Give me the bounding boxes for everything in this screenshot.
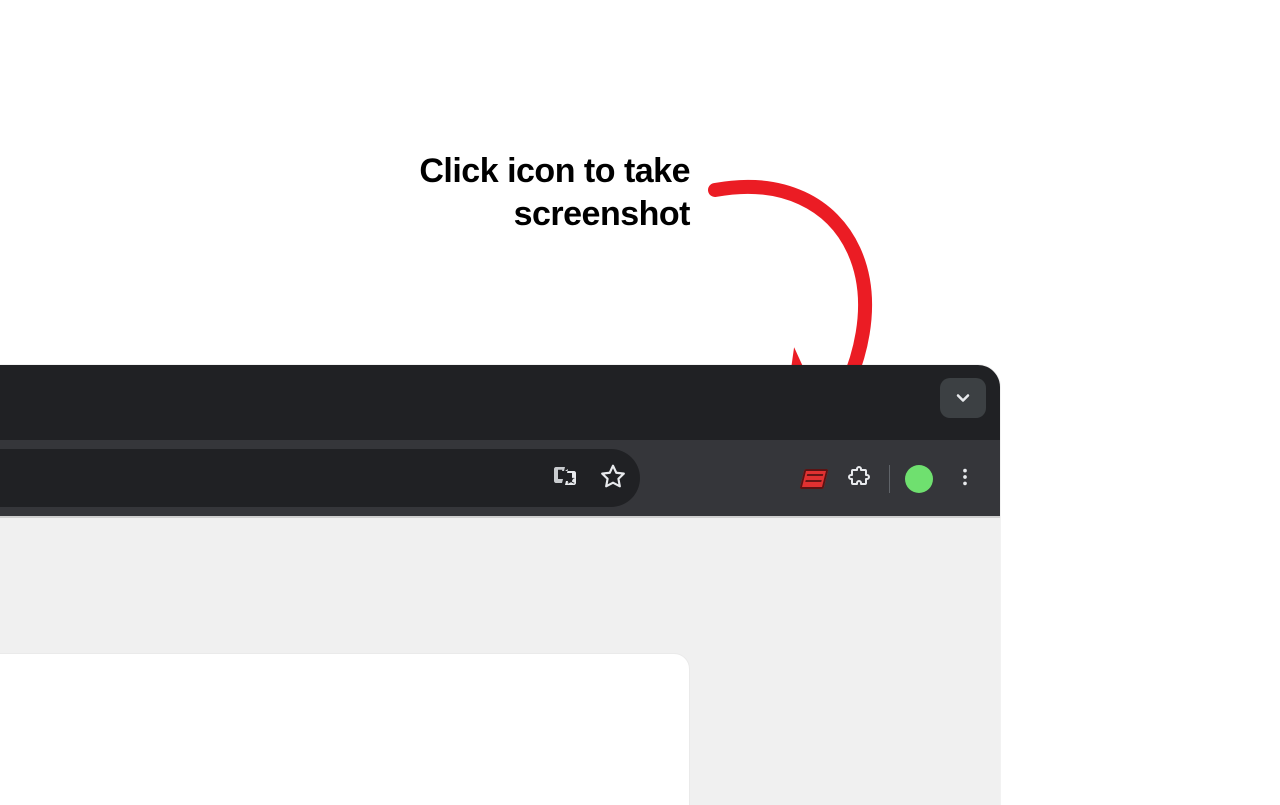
bookmark-button[interactable] <box>590 455 636 501</box>
browser-menu-button[interactable] <box>942 456 988 502</box>
browser-toolbar: G 文 <box>0 440 1000 518</box>
page-content: n <box>0 518 1000 805</box>
screenshot-extension-button[interactable] <box>791 456 837 502</box>
translate-icon: G 文 <box>553 464 577 493</box>
content-card: n <box>0 653 690 805</box>
extensions-puzzle-icon <box>848 465 872 494</box>
profile-avatar-icon <box>905 465 933 493</box>
svg-text:文: 文 <box>568 475 576 484</box>
tabs-dropdown-button[interactable] <box>940 378 986 418</box>
screenshot-extension-icon <box>800 469 829 489</box>
star-icon <box>600 463 626 494</box>
instruction-label: Click icon to take screenshot <box>330 150 690 235</box>
instruction-line1: Click icon to take <box>419 152 690 190</box>
tabs-chevron-down-icon <box>953 388 973 408</box>
translate-button[interactable]: G 文 <box>542 455 588 501</box>
svg-text:G: G <box>558 471 564 478</box>
instruction-line2: screenshot <box>514 195 690 233</box>
profile-button[interactable] <box>896 456 942 502</box>
kebab-menu-icon <box>954 466 976 493</box>
toolbar-divider <box>889 465 890 493</box>
extensions-menu-button[interactable] <box>837 456 883 502</box>
browser-tabstrip <box>0 365 1000 440</box>
browser-window: G 文 <box>0 365 1000 805</box>
